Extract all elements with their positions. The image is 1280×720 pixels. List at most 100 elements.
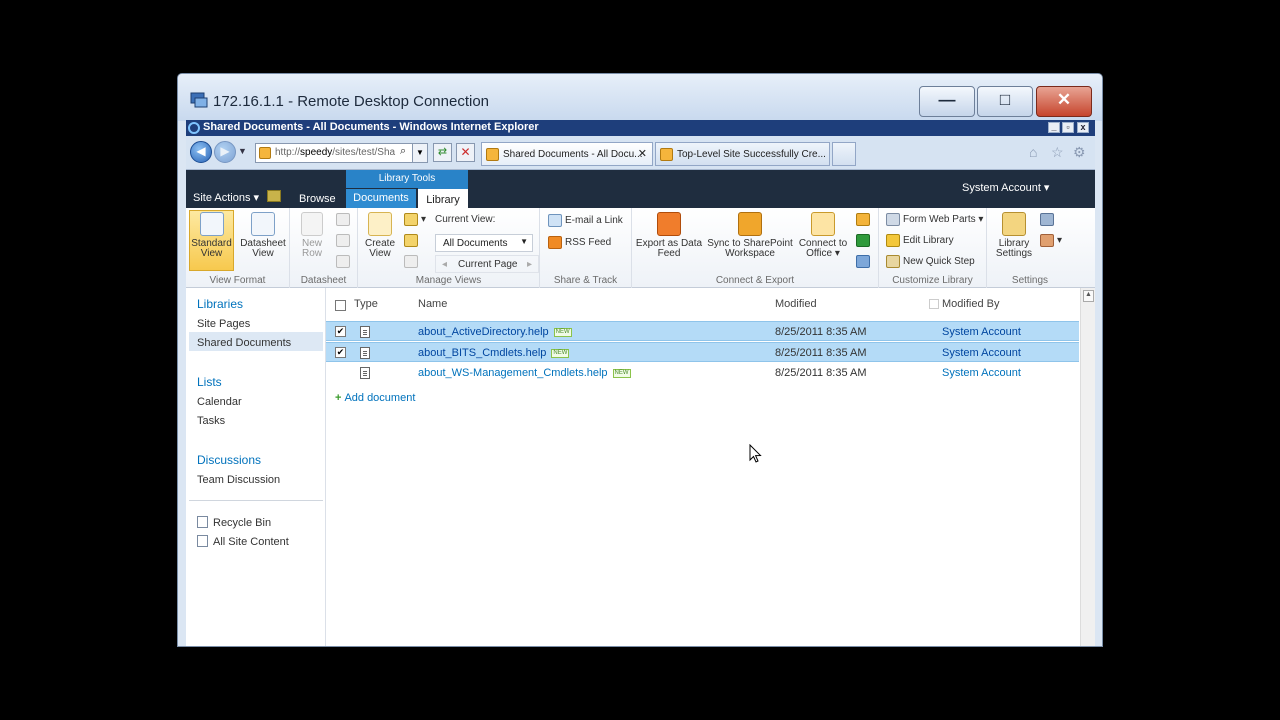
row-checkbox[interactable]: ✔ [335, 347, 346, 358]
create-column-icon[interactable] [404, 234, 421, 247]
browser-tab-active[interactable]: Shared Documents - All Docu... ✕ [481, 142, 653, 166]
new-row-button[interactable]: New Row [292, 212, 332, 259]
edit-library-button[interactable]: Edit Library [886, 234, 954, 247]
nav-item-calendar[interactable]: Calendar [197, 396, 242, 408]
create-view-button[interactable]: Create View [360, 212, 400, 259]
select-all-checkbox[interactable] [335, 300, 346, 311]
column-header-type[interactable]: Type [354, 298, 378, 310]
current-view-label: Current View: [435, 214, 496, 225]
table-row[interactable]: ✔ about_BITS_Cmdlets.help NEW 8/25/2011 8:3… [326, 342, 1079, 362]
next-page-icon[interactable]: ▸ [527, 259, 532, 270]
current-view-select[interactable]: All Documents ▼ [435, 234, 533, 252]
ie-title-bar: Shared Documents - All Documents - Windo… [186, 120, 1095, 136]
forward-button[interactable]: ▶ [214, 141, 236, 163]
favorites-star-icon[interactable]: ☆ [1051, 144, 1064, 161]
refresh-data-icon[interactable] [336, 255, 353, 268]
modified-by-filter-icon [929, 299, 939, 309]
workflow-settings-icon[interactable]: ▾ [1040, 234, 1062, 247]
tools-gear-icon[interactable]: ⚙ [1073, 144, 1086, 161]
table-row[interactable]: about_WS-Management_Cmdlets.help NEW 8/25/… [326, 363, 1079, 383]
nav-lists-heading[interactable]: Lists [197, 375, 222, 389]
new-tab-button[interactable] [832, 142, 856, 166]
nav-item-shared-documents[interactable]: Shared Documents [197, 337, 291, 349]
document-icon [360, 326, 370, 338]
search-icon[interactable]: ⌕ [400, 145, 406, 158]
row-checkbox[interactable]: ✔ [335, 326, 346, 337]
tab-close-icon[interactable]: ✕ [638, 147, 647, 160]
column-header-modified-by[interactable]: Modified By [942, 298, 999, 310]
access-icon[interactable] [856, 255, 873, 268]
manage-views-label: Manage Views [415, 275, 482, 286]
ie-minimize-button[interactable]: _ [1048, 122, 1060, 133]
form-web-parts-button[interactable]: Form Web Parts ▾ [886, 213, 983, 226]
standard-view-button-label: Standard View [189, 212, 234, 259]
nav-item-site-pages[interactable]: Site Pages [197, 318, 250, 330]
maximize-button[interactable]: □ [977, 86, 1033, 117]
standard-view-icon [199, 212, 224, 236]
excel-icon[interactable] [856, 234, 873, 247]
tab-library[interactable]: Library [418, 187, 468, 208]
datasheet-icon [251, 212, 275, 236]
sharepoint-favicon-icon [259, 147, 271, 159]
share-track-label: Share & Track [553, 275, 618, 286]
add-document-link[interactable]: + Add document [335, 392, 415, 404]
scroll-up-arrow-icon[interactable]: ▲ [1083, 290, 1094, 302]
modify-view-icon[interactable]: ▾ [404, 213, 426, 226]
sharepoint-favicon-icon [660, 148, 673, 161]
export-data-feed-button[interactable]: Export as Data Feed [634, 212, 704, 259]
library-settings-button[interactable]: Library Settings [991, 212, 1037, 259]
modified-by-link[interactable]: System Account [942, 367, 1021, 379]
browser-tab[interactable]: Top-Level Site Successfully Cre... [655, 142, 830, 166]
settings-label: Settings [1011, 275, 1049, 286]
new-quick-step-button[interactable]: New Quick Step [886, 255, 975, 268]
nav-item-recycle-bin[interactable]: Recycle Bin [197, 516, 271, 529]
nav-item-all-site-content[interactable]: All Site Content [197, 535, 289, 548]
ie-restore-button[interactable]: ▫ [1062, 122, 1074, 133]
sync-workspace-button[interactable]: Sync to SharePoint Workspace [706, 212, 794, 259]
datasheet-view-button[interactable]: Datasheet View [238, 212, 288, 259]
home-icon[interactable]: ⌂ [1029, 144, 1037, 160]
tab-documents[interactable]: Documents [346, 189, 416, 208]
back-button[interactable]: ◀ [190, 141, 212, 163]
email-link-button[interactable]: E-mail a Link [548, 214, 623, 227]
connect-export-label: Connect & Export [715, 275, 795, 286]
form-web-parts-icon [886, 213, 900, 226]
history-dropdown-icon[interactable]: ▼ [238, 146, 247, 156]
navigate-up-icon[interactable] [267, 190, 281, 202]
document-name-link[interactable]: about_ActiveDirectory.help NEW [418, 326, 572, 338]
modified-by-link[interactable]: System Account [942, 326, 1021, 338]
vertical-scrollbar[interactable]: ▲ [1080, 288, 1095, 646]
nav-item-tasks[interactable]: Tasks [197, 415, 225, 427]
refresh-icon[interactable]: ⇄ [433, 143, 452, 162]
nav-libraries-heading[interactable]: Libraries [197, 297, 243, 311]
nav-item-team-discussion[interactable]: Team Discussion [197, 474, 280, 486]
document-name-link[interactable]: about_WS-Management_Cmdlets.help NEW [418, 367, 631, 379]
tab-browse[interactable]: Browse [299, 193, 336, 205]
column-header-name[interactable]: Name [418, 298, 447, 310]
modified-by-link[interactable]: System Account [942, 347, 1021, 359]
address-dropdown-icon[interactable]: ▼ [412, 143, 428, 163]
show-totals-icon[interactable] [336, 234, 353, 247]
outlook-icon[interactable] [856, 213, 873, 226]
ie-close-button[interactable]: x [1077, 122, 1089, 133]
stop-icon[interactable]: ✕ [456, 143, 475, 162]
navigate-up-folder-icon[interactable] [404, 255, 421, 268]
user-menu[interactable]: System Account ▾ [962, 181, 1049, 194]
rss-icon [548, 236, 562, 249]
show-taskpane-icon[interactable] [336, 213, 353, 226]
minimize-button[interactable]: — [919, 86, 975, 117]
connect-to-office-button[interactable]: Connect to Office ▾ [796, 212, 850, 259]
rss-feed-button[interactable]: RSS Feed [548, 236, 611, 249]
prev-page-icon[interactable]: ◂ [442, 259, 447, 270]
library-permissions-icon[interactable] [1040, 213, 1057, 226]
document-icon [360, 367, 370, 379]
close-button[interactable]: ✕ [1036, 86, 1092, 117]
column-header-modified[interactable]: Modified [775, 298, 817, 310]
nav-discussions-heading[interactable]: Discussions [197, 453, 261, 467]
ribbon: Standard View Datasheet View View Format… [186, 208, 1095, 288]
document-name-link[interactable]: about_BITS_Cmdlets.help NEW [418, 347, 570, 359]
edit-library-icon [886, 234, 900, 247]
table-row[interactable]: ✔ about_ActiveDirectory.help NEW 8/25/2011 … [326, 321, 1079, 341]
customize-library-group: Form Web Parts ▾ Edit Library New Quick … [879, 208, 987, 288]
site-actions-menu[interactable]: Site Actions ▾ [193, 191, 259, 204]
